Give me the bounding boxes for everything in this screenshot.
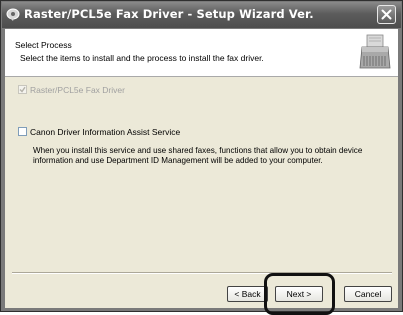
checkmark-icon <box>19 86 26 93</box>
printer-icon <box>358 32 392 72</box>
assist-service-description: When you install this service and use sh… <box>33 146 363 165</box>
back-button[interactable]: < Back <box>227 286 268 302</box>
window-title: Raster/PCL5e Fax Driver - Setup Wizard V… <box>24 7 314 21</box>
page-title: Select Process <box>15 40 72 50</box>
option-fax-driver: Raster/PCL5e Fax Driver <box>18 85 125 95</box>
close-button[interactable] <box>377 5 396 24</box>
setup-wizard-window: Raster/PCL5e Fax Driver - Setup Wizard V… <box>0 0 403 315</box>
wizard-header: Select Process Select the items to insta… <box>5 29 398 77</box>
app-icon <box>6 7 20 21</box>
title-bar[interactable]: Raster/PCL5e Fax Driver - Setup Wizard V… <box>2 2 401 28</box>
cancel-button[interactable]: Cancel <box>344 286 392 302</box>
fax-driver-checkbox <box>18 85 27 94</box>
page-subtitle: Select the items to install and the proc… <box>20 53 264 63</box>
assist-service-checkbox[interactable] <box>18 127 27 136</box>
wizard-body: Select Process Select the items to insta… <box>5 29 398 315</box>
next-button-highlight <box>264 273 335 315</box>
assist-service-label[interactable]: Canon Driver Information Assist Service <box>30 127 180 137</box>
button-separator <box>12 272 392 274</box>
fax-driver-label: Raster/PCL5e Fax Driver <box>30 85 125 95</box>
close-icon <box>381 9 392 20</box>
option-assist-service[interactable]: Canon Driver Information Assist Service <box>18 127 180 137</box>
